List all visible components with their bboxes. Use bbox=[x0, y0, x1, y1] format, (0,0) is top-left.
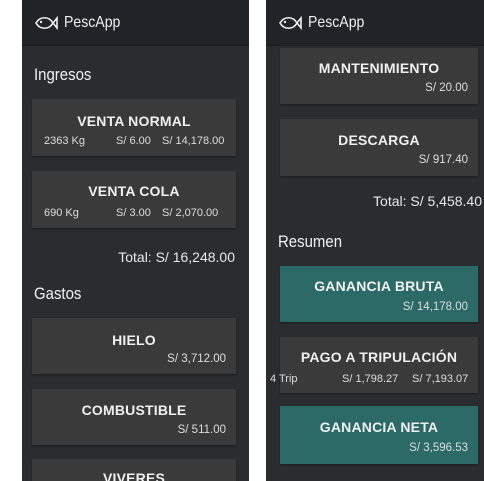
fish-icon bbox=[279, 15, 302, 30]
left-screen: PescApp Ingresos VENTA NORMAL 2363 Kg S/… bbox=[22, 0, 249, 481]
ganancia-bruta-card[interactable]: GANANCIA BRUTA S/ 14,178.00 bbox=[280, 266, 478, 322]
ingresos-total: Total: S/ 16,248.00 bbox=[118, 249, 235, 265]
combustible-card[interactable]: COMBUSTIBLE S/ 511.00 bbox=[32, 389, 236, 445]
venta-cola-card[interactable]: VENTA COLA 690 Kg S/ 3.00 S/ 2,070.00 bbox=[32, 171, 236, 228]
pago-per-trip: S/ 1,798.27 bbox=[342, 373, 399, 385]
viveres-card[interactable]: VIVERES bbox=[32, 459, 236, 481]
right-screen: PescApp MANTENIMIENTO S/ 20.00 DESCARGA … bbox=[266, 0, 484, 481]
gastos-heading: Gastos bbox=[34, 284, 82, 303]
ganancia-bruta-amount: S/ 14,178.00 bbox=[402, 301, 468, 313]
mantenimiento-title: MANTENIMIENTO bbox=[318, 60, 440, 76]
venta-cola-price: S/ 3.00 bbox=[116, 207, 151, 219]
gastos-total: Total: S/ 5,458.40 bbox=[373, 193, 482, 209]
ganancia-neta-amount: S/ 3,596.53 bbox=[409, 442, 468, 454]
venta-normal-total: S/ 14,178.00 bbox=[162, 135, 225, 147]
pago-tripulacion-title: PAGO A TRIPULACIÓN bbox=[300, 349, 458, 365]
venta-cola-total: S/ 2,070.00 bbox=[162, 207, 219, 219]
app-bar: PescApp bbox=[266, 0, 484, 46]
ganancia-neta-title: GANANCIA NETA bbox=[319, 419, 439, 435]
fish-icon bbox=[35, 15, 58, 30]
venta-normal-title: VENTA NORMAL bbox=[77, 113, 191, 129]
venta-cola-title: VENTA COLA bbox=[88, 183, 180, 199]
pago-tripulacion-card[interactable]: PAGO A TRIPULACIÓN 4 Trip S/ 1,798.27 S/… bbox=[270, 337, 478, 393]
app-bar: PescApp bbox=[22, 0, 249, 46]
venta-cola-qty: 690 Kg bbox=[44, 207, 79, 219]
app-title: PescApp bbox=[64, 13, 121, 31]
descarga-title: DESCARGA bbox=[338, 132, 420, 148]
pago-total: S/ 7,193.07 bbox=[412, 373, 469, 385]
mantenimiento-card[interactable]: MANTENIMIENTO S/ 20.00 bbox=[280, 48, 478, 104]
ganancia-neta-card[interactable]: GANANCIA NETA S/ 3,596.53 bbox=[280, 406, 478, 464]
hielo-title: HIELO bbox=[112, 332, 156, 348]
pago-trip-count: 4 Trip bbox=[270, 373, 298, 385]
combustible-amount: S/ 511.00 bbox=[177, 424, 226, 436]
venta-normal-price: S/ 6.00 bbox=[116, 135, 151, 147]
mantenimiento-amount: S/ 20.00 bbox=[425, 82, 468, 94]
viveres-title: VIVERES bbox=[102, 470, 166, 481]
ingresos-heading: Ingresos bbox=[34, 65, 92, 84]
descarga-amount: S/ 917.40 bbox=[418, 154, 468, 166]
ganancia-bruta-title: GANANCIA BRUTA bbox=[314, 278, 444, 294]
resumen-heading: Resumen bbox=[278, 232, 343, 251]
app-title: PescApp bbox=[308, 13, 365, 31]
descarga-card[interactable]: DESCARGA S/ 917.40 bbox=[280, 119, 478, 176]
venta-normal-card[interactable]: VENTA NORMAL 2363 Kg S/ 6.00 S/ 14,178.0… bbox=[32, 99, 236, 156]
combustible-title: COMBUSTIBLE bbox=[81, 402, 187, 418]
hielo-amount: S/ 3,712.00 bbox=[167, 353, 226, 365]
venta-normal-qty: 2363 Kg bbox=[44, 135, 85, 147]
hielo-card[interactable]: HIELO S/ 3,712.00 bbox=[32, 318, 236, 374]
